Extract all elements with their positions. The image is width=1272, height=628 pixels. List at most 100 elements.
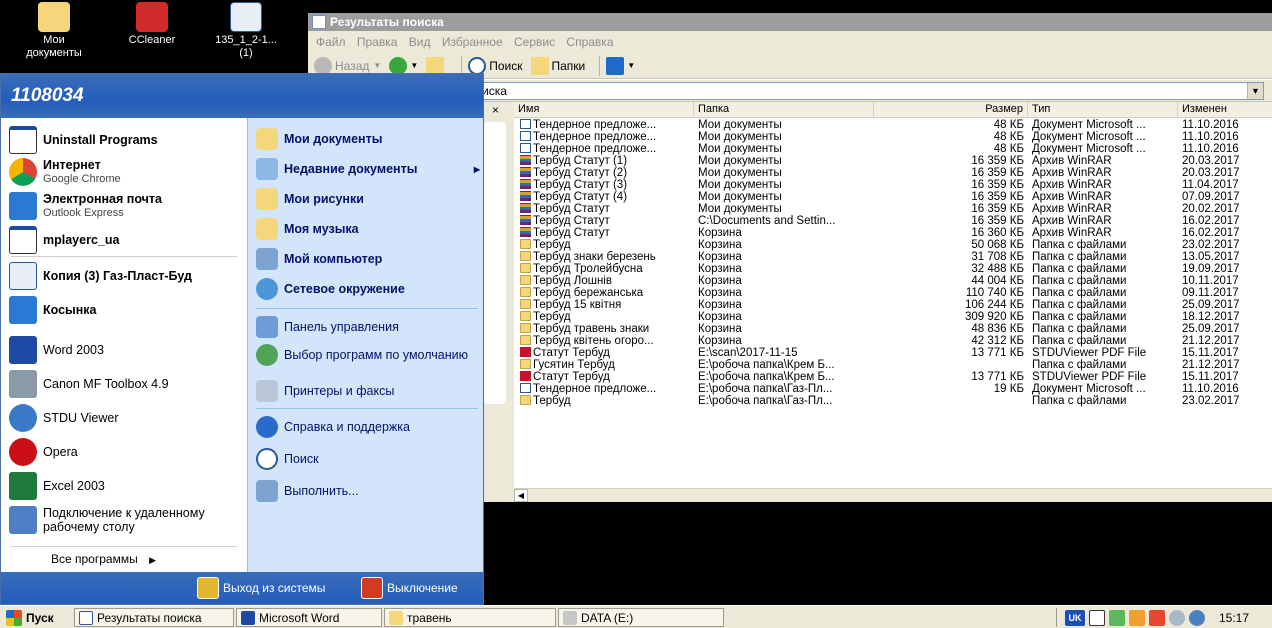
program-mplayer[interactable]: mplayerc_ua — [9, 226, 243, 254]
place-search[interactable]: Поиск — [256, 448, 480, 470]
menu-view[interactable]: Вид — [409, 35, 431, 49]
menu-edit[interactable]: Правка — [357, 35, 398, 49]
place-my-music[interactable]: Моя музыка — [256, 218, 480, 240]
place-control-panel[interactable]: Панель управления — [256, 316, 480, 338]
program-solitaire[interactable]: Косынка — [9, 296, 243, 324]
cell-date: 10.11.2017 — [1182, 275, 1239, 287]
task-search-results[interactable]: Результаты поиска — [74, 608, 234, 627]
clock: 15:17 — [1219, 610, 1250, 625]
cell-size: 48 КБ — [993, 119, 1024, 131]
column-name[interactable]: Имя — [514, 102, 694, 118]
scroll-left-icon[interactable]: ◀ — [514, 489, 528, 502]
tray-app-icon[interactable] — [1109, 609, 1125, 626]
table-row[interactable]: Тендерное предложе... E:\робоча папка\Газ… — [514, 383, 1272, 395]
program-uninstall[interactable]: Uninstall Programs — [9, 126, 243, 154]
table-row[interactable]: Статут Тербуд E:\scan\2017-11-15 13 771 КБ… — [514, 347, 1272, 359]
table-row[interactable]: Гусятин Тербуд E:\робоча папка\Крем Б... П… — [514, 359, 1272, 371]
menu-tools[interactable]: Сервис — [514, 35, 555, 49]
desktop-icon-ccleaner[interactable]: CCleaner — [112, 0, 192, 47]
program-email[interactable]: Электронная почта Outlook Express — [9, 192, 243, 220]
tray-app-icon[interactable] — [1149, 609, 1165, 626]
language-indicator[interactable]: UK — [1065, 609, 1085, 626]
close-icon[interactable]: × — [492, 103, 499, 117]
task-drive[interactable]: DATA (E:) — [558, 608, 724, 627]
table-row[interactable]: Тербуд Лошнів Корзина 44 004 КБ Папка с фай… — [514, 275, 1272, 287]
shutdown-button[interactable]: Выключение — [361, 577, 458, 599]
table-row[interactable]: Тербуд квітень огоро... Корзина 42 312 КБ П… — [514, 335, 1272, 347]
table-row[interactable]: Тербуд E:\робоча папка\Газ-Пл... Папка с ф… — [514, 395, 1272, 407]
program-recent-doc[interactable]: Копия (3) Газ-Пласт-Буд — [9, 262, 243, 290]
back-button[interactable]: Назад ▼ — [314, 56, 381, 75]
menu-separator — [256, 308, 478, 309]
place-my-pictures[interactable]: Мои рисунки — [256, 188, 480, 210]
menu-file[interactable]: Файл — [316, 35, 346, 49]
menu-bar: Файл Правка Вид Избранное Сервис Справка — [308, 31, 1272, 53]
task-word[interactable]: Microsoft Word — [236, 608, 382, 627]
horizontal-scrollbar[interactable]: ◀ — [514, 488, 1272, 502]
all-programs-button[interactable]: Все программы ▶ — [51, 552, 156, 566]
program-canon[interactable]: Canon MF Toolbox 4.9 — [9, 370, 243, 398]
program-opera[interactable]: Opera — [9, 438, 243, 466]
menu-favorites[interactable]: Избранное — [442, 35, 503, 49]
table-row[interactable]: Тендерное предложе... Мои документы 48 КБ Д… — [514, 131, 1272, 143]
table-row[interactable]: Тербуд 15 квітня Корзина 106 244 КБ Папка с… — [514, 299, 1272, 311]
desktop-icon-label: 135_1_2-1... (1) — [215, 34, 277, 59]
window-titlebar[interactable]: Результаты поиска — [308, 13, 1272, 31]
program-word[interactable]: Word 2003 — [9, 336, 243, 364]
table-row[interactable]: Тербуд Корзина 50 068 КБ Папка с файлами 23.… — [514, 239, 1272, 251]
table-row[interactable]: Тербуд травень знаки Корзина 48 836 КБ Папк… — [514, 323, 1272, 335]
table-row[interactable]: Тербуд Статут (3) Мои документы 16 359 КБ А… — [514, 179, 1272, 191]
table-row[interactable]: Тербуд Статут Корзина 16 360 КБ Архив WinRA… — [514, 227, 1272, 239]
table-row[interactable]: Тербуд Статут C:\Documents and Settin... 1… — [514, 215, 1272, 227]
forward-button[interactable]: ▼ — [389, 56, 418, 75]
place-printers[interactable]: Принтеры и факсы — [256, 380, 480, 402]
table-row[interactable]: Статут Тербуд E:\робоча папка\Крем Б... 13… — [514, 371, 1272, 383]
place-run[interactable]: Выполнить... — [256, 480, 480, 502]
folders-button[interactable]: Папки — [530, 56, 585, 75]
place-my-computer[interactable]: Мой компьютер — [256, 248, 480, 270]
desktop-icon-my-documents[interactable]: Мои документы — [14, 0, 94, 60]
column-size[interactable]: Размер — [874, 102, 1028, 118]
table-row[interactable]: Тендерное предложе... Мои документы 48 КБ Д… — [514, 143, 1272, 155]
program-excel[interactable]: Excel 2003 — [9, 472, 243, 500]
cell-date: 16.02.2017 — [1182, 215, 1240, 227]
tray-app-icon[interactable] — [1129, 609, 1145, 626]
chevron-down-icon[interactable]: ▼ — [1247, 83, 1263, 99]
table-row[interactable]: Тербуд Статут (1) Мои документы 16 359 КБ А… — [514, 155, 1272, 167]
network-tray-icon[interactable] — [1189, 609, 1205, 626]
column-folder[interactable]: Папка — [694, 102, 874, 118]
table-row[interactable]: Тербуд Тролейбусна Корзина 32 488 КБ Папка … — [514, 263, 1272, 275]
place-help[interactable]: Справка и поддержка — [256, 416, 480, 438]
column-modified[interactable]: Изменен — [1178, 102, 1272, 118]
cell-size: 48 КБ — [993, 131, 1024, 143]
task-folder[interactable]: травень — [384, 608, 556, 627]
program-internet[interactable]: Интернет Google Chrome — [9, 158, 243, 186]
table-row[interactable]: Тербуд Корзина 309 920 КБ Папка с файлами 18… — [514, 311, 1272, 323]
place-network[interactable]: Сетевое окружение — [256, 278, 480, 300]
views-button[interactable]: ▼ — [606, 56, 635, 75]
menu-help[interactable]: Справка — [566, 35, 613, 49]
tray-app-icon[interactable] — [1169, 609, 1185, 626]
desktop-icon-doc[interactable]: 135_1_2-1... (1) — [206, 0, 286, 60]
folder-icon — [520, 251, 531, 261]
table-row[interactable]: Тербуд знаки березень Корзина 31 708 КБ Пап… — [514, 251, 1272, 263]
search-button[interactable]: Поиск — [468, 56, 523, 75]
table-row[interactable]: Тербуд Статут (4) Мои документы 16 359 КБ А… — [514, 191, 1272, 203]
table-row[interactable]: Тендерное предложе... Мои документы 48 КБ Д… — [514, 119, 1272, 131]
program-title: Opera — [43, 445, 78, 459]
up-folder-button[interactable] — [426, 56, 447, 75]
place-my-documents[interactable]: Мои документы — [256, 128, 480, 150]
program-stdu[interactable]: STDU Viewer — [9, 404, 243, 432]
table-row[interactable]: Тербуд Статут (2) Мои документы 16 359 КБ А… — [514, 167, 1272, 179]
table-row[interactable]: Тербуд Статут Мои документы 16 359 КБ Архив… — [514, 203, 1272, 215]
place-default-programs[interactable]: Выбор программ по умолчанию — [256, 344, 480, 366]
desktop-icon-label: Мои документы — [26, 34, 82, 59]
program-remote-desktop[interactable]: Подключение к удаленному рабочему столу — [9, 506, 243, 534]
table-row[interactable]: Тербуд бережанська Корзина 110 740 КБ Папка… — [514, 287, 1272, 299]
address-input[interactable]: иска ▼ — [478, 82, 1264, 100]
place-recent-documents[interactable]: Недавние документы ▶ — [256, 158, 480, 180]
logoff-button[interactable]: Выход из системы — [197, 577, 325, 599]
column-type[interactable]: Тип — [1028, 102, 1178, 118]
help-tray-icon[interactable] — [1089, 609, 1105, 626]
start-button[interactable]: Пуск — [2, 608, 72, 627]
